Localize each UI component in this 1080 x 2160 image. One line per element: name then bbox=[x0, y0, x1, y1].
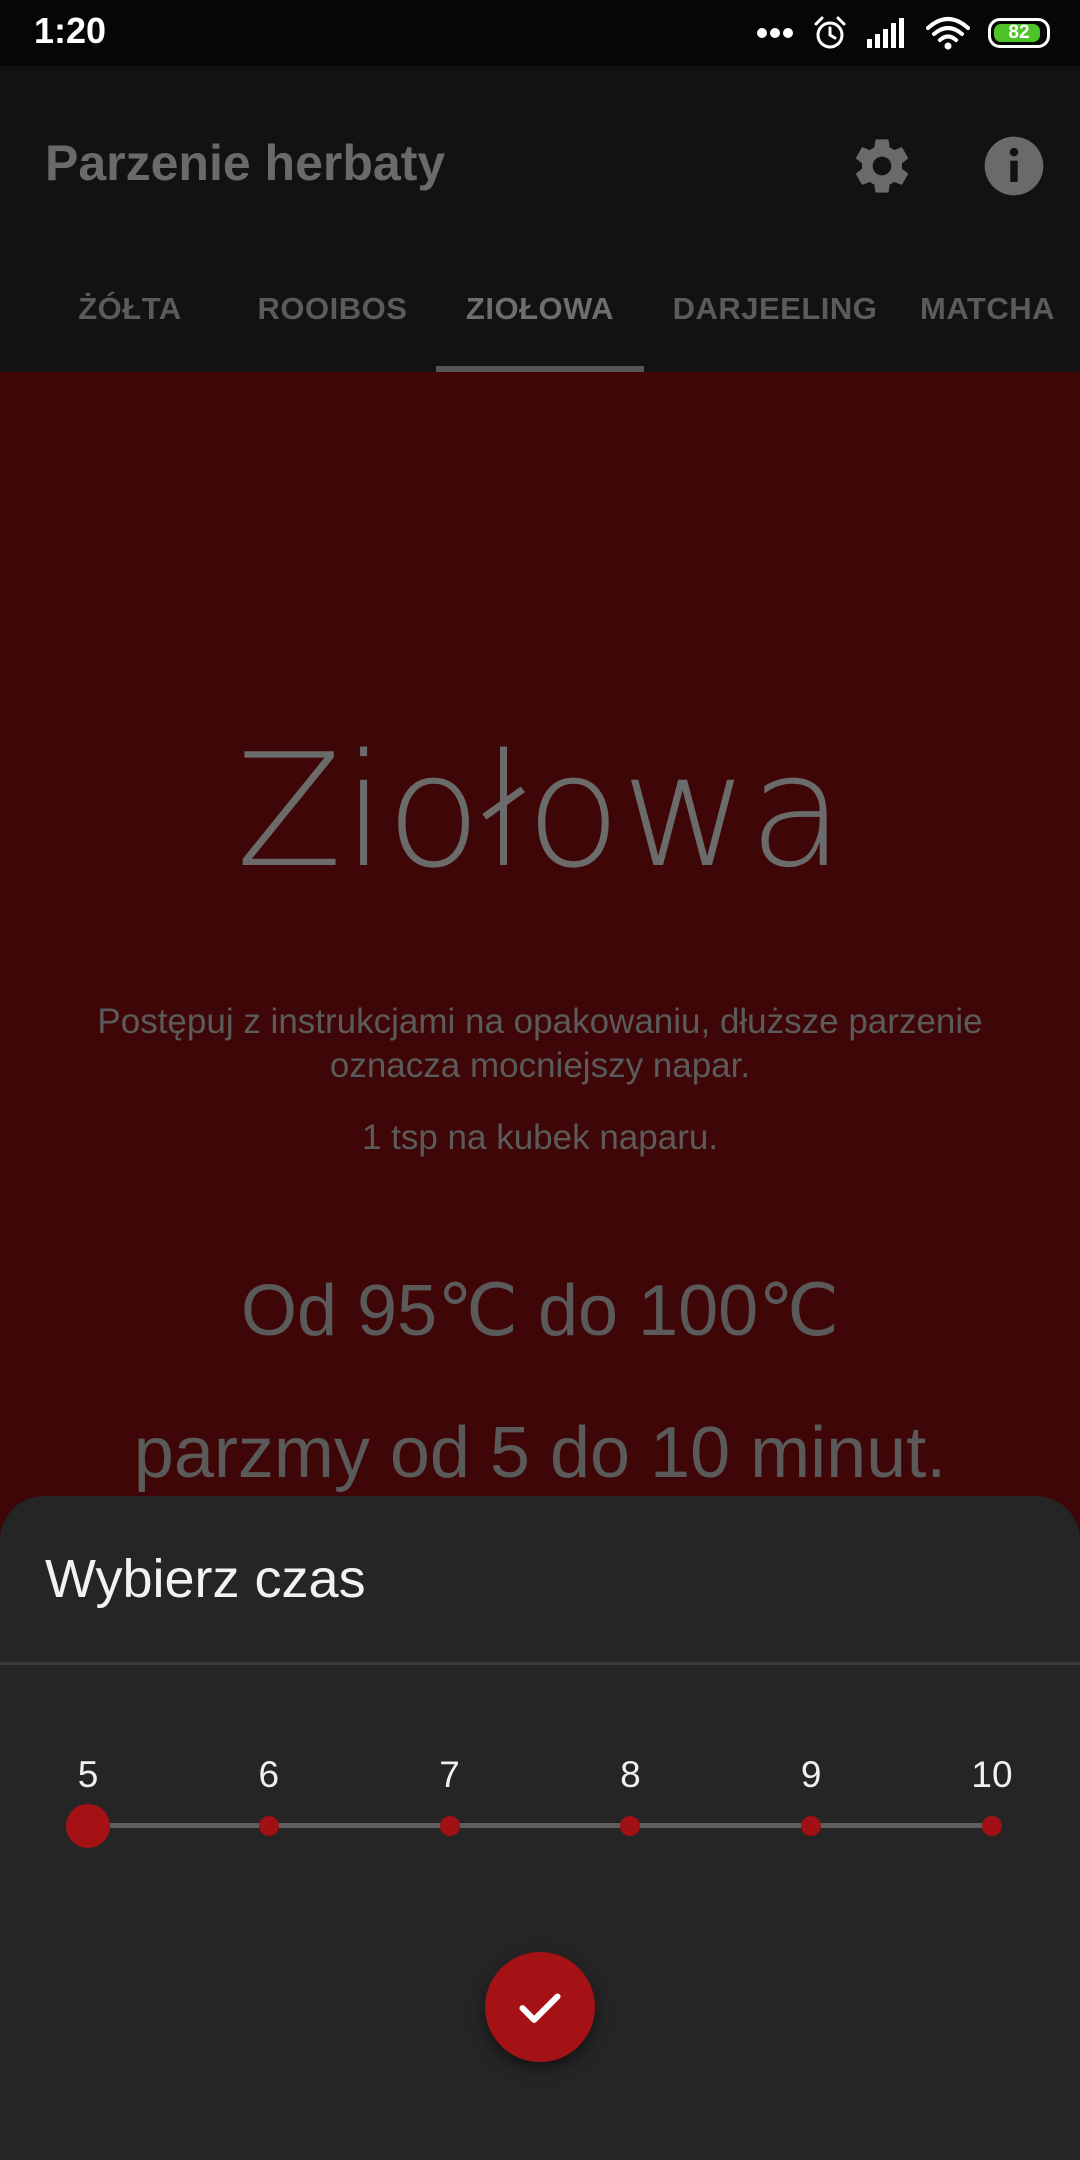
tea-brew-time: parzmy od 5 do 10 minut. bbox=[133, 1413, 947, 1493]
wifi-icon bbox=[926, 17, 970, 50]
slider-tick-7[interactable] bbox=[439, 1815, 460, 1836]
slider-label-6: 6 bbox=[258, 1754, 280, 1795]
battery-level: 82 bbox=[1008, 22, 1030, 43]
slider-tick-10[interactable] bbox=[982, 1815, 1002, 1836]
settings-button[interactable] bbox=[850, 134, 914, 198]
settings-icon bbox=[856, 139, 908, 193]
slider-label-10: 10 bbox=[971, 1754, 1013, 1795]
time-picker-sheet: Wybierz czas 5 6 7 8 9 10 bbox=[0, 1496, 1080, 2160]
slider-label-7: 7 bbox=[439, 1754, 460, 1795]
alarm-icon bbox=[814, 16, 846, 49]
confirm-button[interactable] bbox=[485, 1952, 595, 2062]
slider-thumb[interactable] bbox=[66, 1803, 110, 1848]
more-dots-icon bbox=[757, 28, 793, 38]
slider-tick-9[interactable] bbox=[801, 1815, 822, 1836]
info-button[interactable] bbox=[982, 134, 1046, 198]
slider-label-8: 8 bbox=[620, 1754, 641, 1795]
tab-ziolowa[interactable]: ZIOŁOWA bbox=[436, 246, 644, 372]
slider-tick-6[interactable] bbox=[258, 1815, 279, 1836]
tab-bar: ŻÓŁTA ROOIBOS ZIOŁOWA DARJEELING MATCHA bbox=[0, 246, 1080, 372]
battery-icon: 82 bbox=[988, 18, 1050, 48]
info-icon bbox=[984, 136, 1044, 196]
status-time: 1:20 bbox=[34, 10, 107, 51]
tab-zolta[interactable]: ŻÓŁTA bbox=[40, 246, 220, 372]
slider-label-5: 5 bbox=[77, 1754, 99, 1795]
tea-description: Postępuj z instrukcjami na opakowaniu, d… bbox=[97, 1002, 983, 1085]
tea-dosage: 1 tsp na kubek naparu. bbox=[361, 1118, 719, 1157]
tab-darjeeling[interactable]: DARJEELING bbox=[660, 246, 890, 372]
tea-temperature: Od 95℃ do 100℃ bbox=[240, 1271, 840, 1351]
app-bar: Parzenie herbaty bbox=[0, 66, 1080, 246]
status-icons: 82 bbox=[756, 13, 1050, 53]
slider-label-9: 9 bbox=[800, 1754, 822, 1795]
app-title: Parzenie herbaty bbox=[45, 135, 446, 191]
screen: 1:20 82 Parzenie herbaty ŻÓŁTA ROOIBOS Z… bbox=[0, 0, 1080, 2160]
tab-rooibos[interactable]: ROOIBOS bbox=[240, 246, 425, 372]
slider-tick-8[interactable] bbox=[620, 1815, 641, 1836]
check-icon bbox=[519, 1993, 561, 2023]
status-bar: 1:20 82 bbox=[0, 0, 1080, 66]
tab-matcha[interactable]: MATCHA bbox=[920, 246, 1080, 372]
signal-icon bbox=[867, 18, 904, 48]
tea-name: Ziołowa bbox=[235, 720, 845, 902]
slider-track[interactable] bbox=[88, 1823, 992, 1828]
